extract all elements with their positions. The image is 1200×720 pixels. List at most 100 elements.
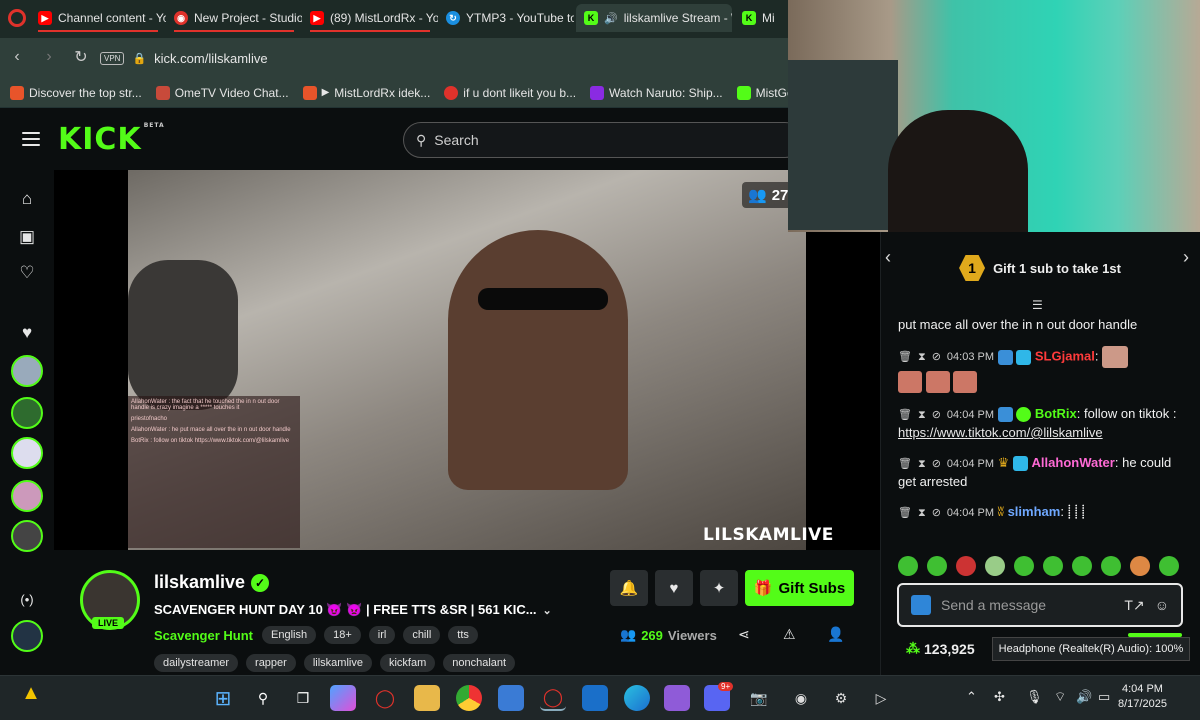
tag[interactable]: tts bbox=[448, 626, 478, 644]
text-format-icon[interactable]: T↗ bbox=[1124, 597, 1144, 614]
microphone-icon[interactable]: 🎙 bbox=[1026, 689, 1043, 705]
tag[interactable]: nonchalant bbox=[443, 654, 516, 672]
home-icon[interactable]: ⌂ bbox=[16, 188, 38, 210]
opera-gx-icon[interactable]: ◯ bbox=[540, 685, 566, 711]
battery-icon[interactable]: ▭ bbox=[1098, 689, 1110, 705]
chat-username[interactable]: AllahonWater bbox=[1032, 455, 1115, 470]
recommended-channel-avatar[interactable] bbox=[11, 620, 43, 652]
search-icon[interactable]: ⚲ bbox=[250, 685, 276, 711]
tab-ytmp3[interactable]: ↻ YTMP3 - YouTube to bbox=[438, 4, 574, 32]
emote-icon[interactable] bbox=[927, 556, 947, 576]
trash-icon[interactable]: 🗑 bbox=[898, 504, 912, 522]
bookmark-if-u-dont[interactable]: if u dont likeit you b... bbox=[444, 85, 576, 100]
tab-mistlordrx[interactable]: ▶ (89) MistLordRx - You bbox=[302, 4, 438, 32]
file-explorer-icon[interactable] bbox=[414, 685, 440, 711]
emote-icon[interactable] bbox=[1101, 556, 1121, 576]
emote-icon[interactable] bbox=[1072, 556, 1092, 576]
emote-icon[interactable] bbox=[1159, 556, 1179, 576]
timeout-icon[interactable]: ⧗ bbox=[918, 406, 926, 424]
forward-arrow-icon[interactable]: › bbox=[38, 46, 60, 68]
trash-icon[interactable]: 🗑 bbox=[898, 348, 912, 366]
tab-channel-content[interactable]: ▶ Channel content - You bbox=[30, 4, 166, 32]
tab-lilskamlive-stream[interactable]: K 🔊 lilskamlive Stream - W bbox=[576, 4, 732, 32]
warning-notification-icon[interactable]: ▲ bbox=[18, 680, 44, 706]
task-view-icon[interactable]: ❐ bbox=[290, 685, 316, 711]
gift-subs-button[interactable]: 🎁 Gift Subs bbox=[745, 570, 854, 606]
tag[interactable]: dailystreamer bbox=[154, 654, 239, 672]
sparkle-button[interactable]: ✦ bbox=[700, 570, 738, 606]
tag[interactable]: kickfam bbox=[379, 654, 436, 672]
trash-icon[interactable]: 🗑 bbox=[898, 406, 912, 424]
channel-points[interactable]: ⁂ 123,925 bbox=[906, 640, 975, 657]
emoji-icon[interactable]: ☺ bbox=[1155, 597, 1169, 613]
following-heart-icon[interactable]: ♡ bbox=[16, 262, 38, 284]
chat-link[interactable]: https://www.tiktok.com/@lilskamlive bbox=[898, 425, 1103, 440]
share-icon[interactable]: ⋖ bbox=[738, 626, 750, 643]
chat-username[interactable]: SLGjamal bbox=[1035, 348, 1095, 363]
trash-icon[interactable]: 🗑 bbox=[898, 455, 912, 473]
timeout-icon[interactable]: ⧗ bbox=[918, 455, 926, 473]
bookmark-ometv[interactable]: OmeTV Video Chat... bbox=[155, 85, 289, 100]
bookmark-mistlordrx[interactable]: ▶ MistLordRx idek... bbox=[302, 85, 430, 100]
settings-gear-icon[interactable]: ⚙ bbox=[828, 685, 854, 711]
chevron-down-icon[interactable]: ⌄ bbox=[543, 604, 552, 617]
emote-icon[interactable] bbox=[1130, 556, 1150, 576]
kick-logo[interactable]: KICK BETA bbox=[58, 122, 165, 157]
emote-icon[interactable] bbox=[956, 556, 976, 576]
notification-bell-button[interactable]: 🔔 bbox=[610, 570, 648, 606]
start-windows-icon[interactable]: ⊞ bbox=[210, 685, 236, 711]
obs-icon[interactable]: ◉ bbox=[788, 685, 814, 711]
timeout-icon[interactable]: ⧗ bbox=[918, 348, 926, 366]
stream-category[interactable]: Scavenger Hunt bbox=[154, 628, 253, 643]
url-field[interactable]: VPN 🔒 kick.com/lilskamlive bbox=[100, 44, 790, 72]
bookmark-discover[interactable]: Discover the top str... bbox=[10, 85, 142, 100]
volume-icon[interactable]: 🔊 bbox=[1076, 689, 1092, 705]
media-player-icon[interactable]: ▷ bbox=[868, 685, 894, 711]
chat-username[interactable]: BotRix bbox=[1035, 406, 1077, 421]
wifi-icon[interactable]: ⌔ bbox=[1054, 689, 1066, 705]
copilot-icon[interactable] bbox=[330, 685, 356, 711]
emote-icon[interactable] bbox=[898, 556, 918, 576]
ban-icon[interactable]: ⊘ bbox=[932, 455, 941, 473]
report-warning-icon[interactable]: ⚠ bbox=[783, 626, 796, 643]
tag[interactable]: 18+ bbox=[324, 626, 361, 644]
chat-username[interactable]: slimham bbox=[1008, 504, 1061, 519]
emote-icon[interactable] bbox=[1043, 556, 1063, 576]
followed-channel-avatar[interactable] bbox=[11, 520, 43, 552]
bookmark-naruto[interactable]: Watch Naruto: Ship... bbox=[590, 85, 723, 100]
tag[interactable]: chill bbox=[403, 626, 441, 644]
reload-icon[interactable]: ↻ bbox=[70, 46, 92, 68]
ban-icon[interactable]: ⊘ bbox=[932, 348, 941, 366]
user-options-icon[interactable]: 👤 bbox=[827, 626, 844, 643]
emote-icon[interactable] bbox=[1014, 556, 1034, 576]
store-icon[interactable] bbox=[498, 685, 524, 711]
ban-icon[interactable]: ⊘ bbox=[932, 406, 941, 424]
browse-icon[interactable]: ▣ bbox=[16, 226, 38, 248]
opera-icon[interactable]: ◯ bbox=[372, 685, 398, 711]
broadcast-icon[interactable]: (•) bbox=[16, 588, 38, 610]
system-clock[interactable]: 4:04 PM 8/17/2025 bbox=[1118, 682, 1167, 712]
followed-channel-avatar[interactable] bbox=[11, 397, 43, 429]
channel-name[interactable]: lilskamlive ✓ bbox=[154, 572, 270, 593]
video-editor-icon[interactable] bbox=[664, 685, 690, 711]
tag[interactable]: lilskamlive bbox=[303, 654, 372, 672]
search-input[interactable]: ⚲ Search bbox=[403, 122, 803, 158]
outlook-icon[interactable] bbox=[582, 685, 608, 711]
chrome-icon[interactable] bbox=[456, 685, 482, 711]
timeout-icon[interactable]: ⧗ bbox=[918, 504, 926, 522]
chat-message-input[interactable]: Send a message T↗ ☺ bbox=[897, 583, 1183, 627]
followed-channel-avatar[interactable] bbox=[11, 437, 43, 469]
pinned-gift-leaderboard[interactable]: 1 Gift 1 sub to take 1st bbox=[880, 243, 1200, 293]
tag[interactable]: rapper bbox=[246, 654, 296, 672]
tray-app-icon[interactable]: ✣ bbox=[994, 689, 1005, 705]
follow-heart-button[interactable]: ♥ bbox=[655, 570, 693, 606]
vpn-badge[interactable]: VPN bbox=[100, 51, 125, 65]
tab-new-project[interactable]: ◉ New Project - Studio bbox=[166, 4, 302, 32]
tag[interactable]: irl bbox=[368, 626, 396, 644]
followed-channel-avatar[interactable] bbox=[11, 480, 43, 512]
tag[interactable]: English bbox=[262, 626, 317, 644]
opera-logo-icon[interactable] bbox=[8, 9, 26, 27]
hamburger-menu-icon[interactable] bbox=[22, 132, 40, 146]
collapse-icon[interactable]: ☰ bbox=[1032, 298, 1043, 312]
emote-icon[interactable] bbox=[985, 556, 1005, 576]
